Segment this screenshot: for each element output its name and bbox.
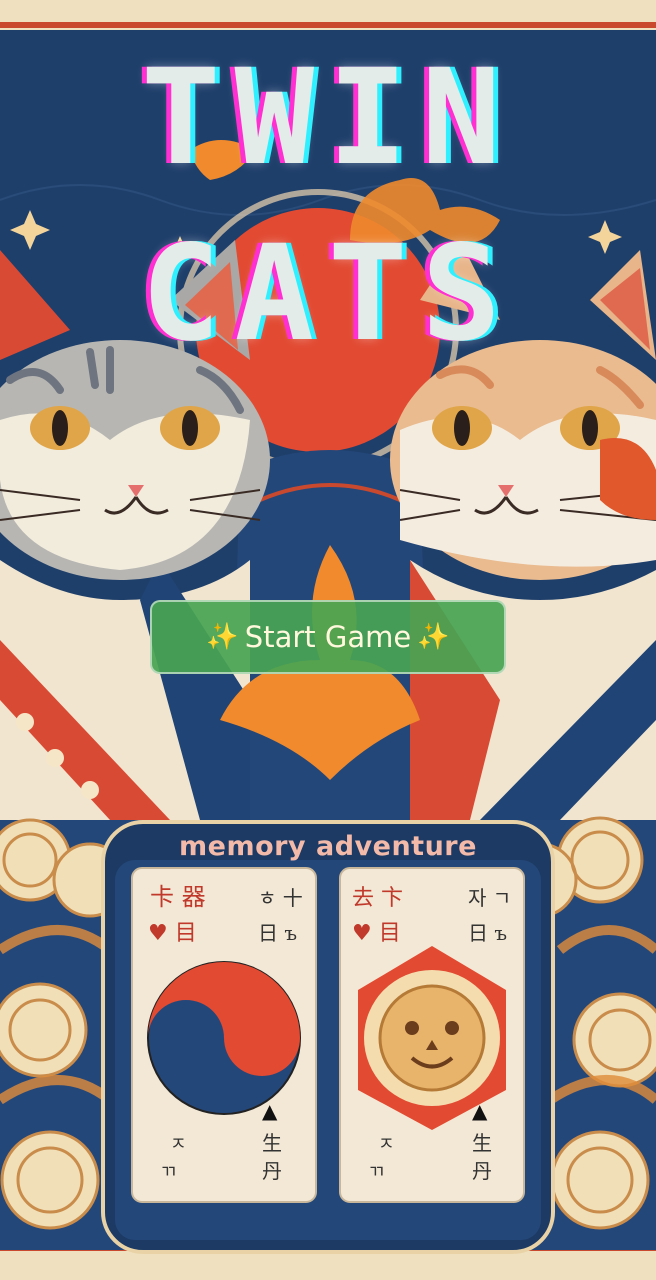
start-game-button[interactable]: ✨ Start Game ✨: [150, 600, 506, 674]
svg-text:生: 生: [472, 1131, 492, 1155]
svg-text:去 卞: 去 卞: [352, 886, 403, 911]
game-title-line-2: CATS: [141, 217, 515, 371]
svg-text:丹: 丹: [472, 1159, 492, 1183]
svg-text:ㅈ: ㅈ: [378, 1134, 395, 1155]
svg-text:▲: ▲: [472, 1099, 488, 1123]
svg-text:♥ 目: ♥ 目: [148, 921, 197, 946]
game-subtitle: memory adventure: [179, 831, 477, 862]
svg-text:ㅈ: ㅈ: [170, 1134, 187, 1155]
right-memory-card: 去 卞 자 ㄱ ♥ 目 日 ъ ㅈ ㄲ ▲ 生 丹: [339, 867, 525, 1203]
sparkle-icon: ✨: [206, 622, 239, 652]
svg-text:ㅎ 十: ㅎ 十: [258, 886, 303, 910]
svg-text:자 ㄱ: 자 ㄱ: [468, 886, 511, 910]
svg-text:生: 生: [262, 1131, 282, 1155]
svg-text:卡 器: 卡 器: [150, 883, 206, 911]
left-memory-card: 卡 器 ㅎ 十 ♥ 目 日 ъ ㅈ ㄲ ▲ 生 丹: [131, 867, 317, 1203]
svg-text:▲: ▲: [262, 1099, 278, 1123]
sparkle-icon: ✨: [417, 622, 450, 652]
title-screen: 卡 器 ㅎ 十 ♥ 目 日 ъ ㅈ ㄲ ▲ 生 丹 去 卞 자 ㄱ ♥ 目 日 …: [0, 0, 656, 1280]
svg-text:ㄲ: ㄲ: [160, 1162, 177, 1183]
start-game-label: Start Game: [244, 620, 412, 654]
svg-text:♥ 目: ♥ 目: [352, 921, 401, 946]
svg-text:日 ъ: 日 ъ: [258, 921, 297, 945]
svg-text:丹: 丹: [262, 1159, 282, 1183]
svg-text:日 ъ: 日 ъ: [468, 921, 507, 945]
svg-text:ㄲ: ㄲ: [368, 1162, 385, 1183]
game-title-line-1: TWIN: [141, 41, 515, 195]
